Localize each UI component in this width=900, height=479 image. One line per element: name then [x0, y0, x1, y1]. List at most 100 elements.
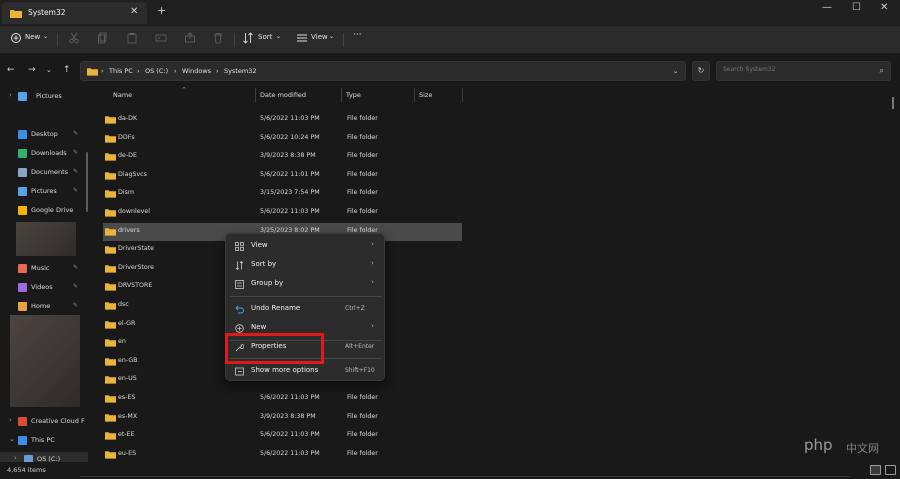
command-bar: New ⌄ Sort ⌄ View ⌄ ···	[0, 26, 900, 54]
toolbar-divider	[234, 33, 235, 47]
column-divider[interactable]	[462, 88, 463, 102]
maximize-button[interactable]: ☐	[852, 2, 861, 13]
vertical-scrollbar[interactable]	[892, 97, 894, 109]
item-count: 4,654 items	[7, 466, 46, 474]
share-icon[interactable]	[184, 32, 196, 44]
search-input[interactable]	[723, 66, 873, 73]
table-row[interactable]: downlevel 5/6/2022 11:03 PM File folder	[103, 204, 462, 222]
delete-icon[interactable]	[212, 32, 224, 44]
table-row[interactable]: es-ES 5/6/2022 11:03 PM File folder	[103, 390, 462, 408]
breadcrumb-this-pc[interactable]: This PC	[109, 67, 133, 75]
folder-icon	[105, 413, 116, 422]
column-divider[interactable]	[255, 88, 256, 102]
submenu-arrow-icon: ›	[371, 240, 374, 248]
paste-icon[interactable]	[126, 32, 138, 44]
new-plus-icon	[11, 33, 21, 43]
rename-icon[interactable]	[155, 32, 167, 44]
sidebar-item-label: Videos	[31, 283, 53, 291]
folder-icon	[105, 116, 116, 124]
collapse-chevron-icon[interactable]: ⌄	[9, 435, 15, 443]
recent-chevron-icon[interactable]: ⌄	[46, 66, 52, 74]
menu-item-group-by[interactable]: Group by ›	[230, 275, 382, 293]
new-tab-button[interactable]: +	[157, 4, 166, 17]
sidebar-item-music[interactable]: Music ✎	[0, 261, 88, 277]
column-divider[interactable]	[341, 88, 342, 102]
table-row[interactable]: da-DK 5/6/2022 11:03 PM File folder	[103, 111, 462, 129]
sidebar-item-label: Documents	[31, 168, 69, 176]
address-history-chevron-icon[interactable]: ⌄	[673, 67, 678, 75]
breadcrumb-system32[interactable]: System32	[224, 67, 257, 75]
submenu-arrow-icon: ›	[371, 259, 374, 267]
new-button[interactable]: New	[25, 33, 40, 41]
table-row[interactable]: es-MX 3/9/2023 8:38 PM File folder	[103, 409, 462, 427]
blurred-sidebar-item	[10, 315, 80, 407]
file-type: File folder	[347, 189, 378, 197]
close-tab-icon[interactable]: ✕	[130, 6, 138, 17]
menu-item-label: Group by	[251, 279, 284, 287]
column-header-date[interactable]: Date modified	[260, 91, 306, 99]
breadcrumb-separator: ›	[216, 67, 219, 75]
table-row[interactable]: Dism 3/15/2023 7:54 PM File folder	[103, 185, 462, 203]
file-name: DriverStore	[118, 263, 155, 271]
refresh-button[interactable]: ↻	[692, 61, 710, 81]
close-window-button[interactable]: ✕	[880, 2, 888, 13]
column-divider[interactable]	[414, 88, 415, 102]
pin-icon: ✎	[73, 130, 79, 137]
sidebar-item-documents[interactable]: Documents ✎	[0, 165, 88, 181]
column-header-name[interactable]: Name	[113, 91, 132, 99]
tiles-view-button[interactable]	[885, 465, 896, 475]
expand-chevron-icon[interactable]: ›	[9, 91, 12, 99]
table-row[interactable]: DDFs 5/6/2022 10:24 PM File folder	[103, 130, 462, 148]
sidebar-item-pictures-top[interactable]: › Pictures	[0, 89, 88, 105]
up-arrow-icon[interactable]: ↑	[63, 65, 71, 75]
column-header-size[interactable]: Size	[419, 91, 432, 99]
cut-icon[interactable]	[68, 32, 80, 44]
sidebar-item-creative-cloud[interactable]: › Creative Cloud F	[0, 414, 88, 430]
folder-icon	[105, 227, 116, 236]
file-type: File folder	[347, 152, 378, 160]
view-button[interactable]: View	[311, 33, 328, 41]
back-arrow-icon[interactable]: ←	[7, 65, 15, 75]
more-options-button[interactable]: ···	[353, 30, 362, 40]
file-type: File folder	[347, 170, 378, 178]
forward-arrow-icon[interactable]: →	[28, 65, 36, 75]
pin-icon: ✎	[73, 187, 79, 194]
expand-chevron-icon[interactable]: ›	[14, 454, 17, 462]
file-date: 5/6/2022 11:03 PM	[260, 115, 320, 122]
sort-button[interactable]: Sort	[258, 33, 272, 41]
table-row[interactable]: de-DE 3/9/2023 8:38 PM File folder	[103, 148, 462, 166]
sidebar-item-google-drive[interactable]: Google Drive	[0, 203, 88, 219]
address-bar[interactable]: › This PC › OS (C:) › Windows › System32…	[80, 61, 686, 81]
expand-chevron-icon[interactable]: ›	[9, 416, 12, 424]
sidebar-item-pictures[interactable]: Pictures ✎	[0, 184, 88, 200]
menu-item-undo-rename[interactable]: Undo Rename Ctrl+Z	[230, 300, 382, 318]
table-row[interactable]: et-EE 5/6/2022 11:03 PM File folder	[103, 427, 462, 445]
copy-icon[interactable]	[97, 32, 109, 44]
breadcrumb-windows[interactable]: Windows	[182, 67, 211, 75]
details-view-button[interactable]	[870, 465, 881, 475]
folder-icon	[105, 451, 116, 459]
sidebar-item-home[interactable]: Home ✎	[0, 299, 88, 315]
sidebar-item-desktop[interactable]: Desktop ✎	[0, 127, 88, 143]
folder-icon	[10, 10, 22, 18]
horizontal-scrollbar[interactable]	[80, 474, 850, 479]
file-date: 5/6/2022 11:03 PM	[260, 449, 320, 457]
pictures-icon	[18, 92, 27, 101]
minimize-button[interactable]: —	[822, 2, 832, 13]
menu-item-sort-by[interactable]: Sort by ›	[230, 256, 382, 274]
file-type: File folder	[347, 449, 378, 457]
tab-system32[interactable]: System32 ✕	[2, 2, 147, 24]
menu-item-show-more-options[interactable]: Show more options Shift+F10	[230, 362, 382, 380]
folder-icon	[105, 339, 116, 347]
grid-icon	[235, 242, 244, 251]
group-icon	[235, 280, 244, 289]
sidebar-item-downloads[interactable]: Downloads ✎	[0, 146, 88, 162]
sidebar-item-videos[interactable]: Videos ✎	[0, 280, 88, 296]
sidebar-item-this-pc[interactable]: ⌄ This PC	[0, 433, 88, 449]
search-box[interactable]: ⌕	[716, 61, 891, 81]
table-row[interactable]: DiagSvcs 5/6/2022 11:01 PM File folder	[103, 167, 462, 185]
column-header-type[interactable]: Type	[346, 91, 361, 99]
folder-icon	[105, 153, 116, 161]
breadcrumb-os-c[interactable]: OS (C:)	[145, 67, 168, 75]
menu-item-view[interactable]: View ›	[230, 237, 382, 255]
